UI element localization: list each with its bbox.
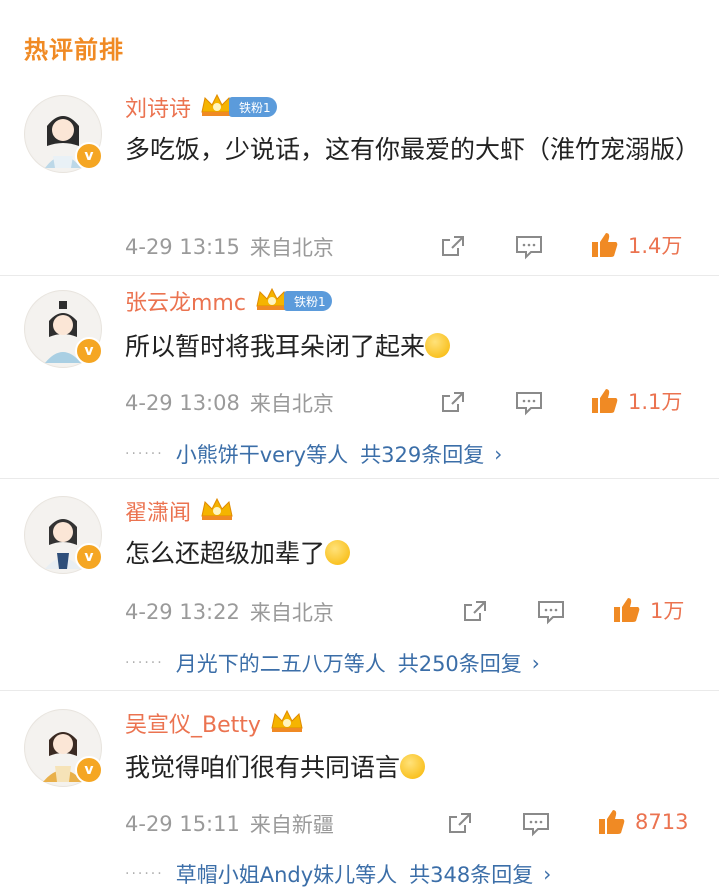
dots: ······ [125,446,164,462]
like-button[interactable]: 1万 [612,595,684,625]
share-button[interactable] [440,390,466,414]
name-row: 刘诗诗 铁粉1 [125,92,277,122]
like-count: 1万 [650,599,685,623]
username[interactable]: 张云龙mmc [125,285,246,317]
comment-location: 来自北京 [249,236,334,260]
share-button[interactable] [440,234,466,258]
emoji-icon [325,540,351,565]
avatar[interactable]: v [24,95,103,173]
comment-time: 4-29 13:08 [125,391,240,415]
verified-v-icon: v [75,337,103,365]
comment-icon [516,392,542,416]
name-row: 吴宣仪_Betty [125,708,305,738]
name-row: 张云龙mmc 铁粉1 [125,286,332,316]
comment-time: 4-29 13:15 [125,235,240,259]
comment-icon [516,236,542,260]
thumbs-up-icon [592,233,618,257]
comment-icon [538,601,564,625]
thumbs-up-icon [614,598,640,622]
username[interactable]: 刘诗诗 [125,91,191,123]
comment-content: 怎么还超级加辈了 [125,534,695,573]
fan-badge: 铁粉1 [283,291,332,311]
like-button[interactable]: 8713 [597,807,688,837]
reply-suffix: 等人 [343,652,386,676]
share-icon [442,392,464,412]
share-icon [464,601,486,621]
fan-badge: 铁粉1 [229,97,277,117]
like-count: 8713 [635,810,689,834]
comment-time: 4-29 13:22 [125,600,240,624]
reply-total: 共250条回复 [397,652,522,676]
reply-total: 共329条回复 [360,443,485,467]
thumbs-up-icon [592,389,618,413]
reply-names: 草帽小姐Andy妹儿 [175,863,356,887]
avatar[interactable]: v [24,496,103,574]
divider [0,275,719,276]
reply-summary[interactable]: ······ 草帽小姐Andy妹儿 等人 共348条回复 › [125,859,551,889]
comment-text: 我觉得咱们很有共同语言 [125,753,401,782]
like-button[interactable]: 1.1万 [590,386,682,416]
section-title: 热评前排 [24,36,124,64]
verified-v-icon: v [75,142,103,170]
comment-content: 多吃饭，少说话，这有你最爱的大虾（淮竹宠溺版） [125,135,701,164]
comment-button[interactable] [522,811,550,837]
emoji-icon [400,754,426,779]
avatar[interactable]: v [24,290,103,368]
reply-suffix: 等人 [355,863,398,887]
reply-summary[interactable]: ······ 小熊饼干very 等人 共329条回复 › [125,439,502,469]
like-count: 1.1万 [628,390,683,414]
avatar[interactable]: v [24,709,103,787]
comment-location: 来自新疆 [249,813,334,837]
comment-button[interactable] [537,599,565,625]
divider [0,478,719,479]
verified-v-icon: v [75,756,103,784]
chevron-right-icon: › [531,651,540,675]
username[interactable]: 吴宣仪_Betty [125,707,261,739]
comment-text: 怎么还超级加辈了 [125,539,326,568]
username[interactable]: 翟潇闻 [125,495,191,527]
share-button[interactable] [447,811,473,835]
comment-content: 所以暂时将我耳朵闭了起来 [125,327,695,366]
like-button[interactable]: 1.4万 [590,230,682,260]
reply-summary[interactable]: ······ 月光下的二五八万 等人 共250条回复 › [125,648,540,678]
comment-icon [523,813,549,837]
crown-icon [199,496,235,526]
share-icon [449,813,471,833]
reply-names: 月光下的二五八万 [175,652,344,676]
comment-location: 来自北京 [249,392,334,416]
dots: ······ [125,655,164,671]
comment-location: 来自北京 [249,601,334,625]
meta-row: 4-29 13:22 来自北京 [125,597,695,627]
comment-button[interactable] [515,234,543,260]
share-icon [442,236,464,256]
reply-total: 共348条回复 [409,863,534,887]
verified-v-icon: v [75,543,103,571]
divider [0,690,719,691]
like-count: 1.4万 [628,234,683,258]
dots: ······ [125,866,164,882]
comment-content: 我觉得咱们很有共同语言 [125,748,695,787]
thumbs-up-icon [599,810,625,834]
reply-suffix: 等人 [306,443,349,467]
chevron-right-icon: › [494,442,503,466]
reply-names: 小熊饼干very [175,443,307,467]
emoji-icon [425,333,451,358]
crown-icon [269,708,305,738]
chevron-right-icon: › [543,862,552,886]
name-row: 翟潇闻 [125,496,235,526]
comment-text: 所以暂时将我耳朵闭了起来 [125,332,426,361]
share-button[interactable] [462,599,488,623]
comment-time: 4-29 15:11 [125,812,240,836]
comment-button[interactable] [515,390,543,416]
